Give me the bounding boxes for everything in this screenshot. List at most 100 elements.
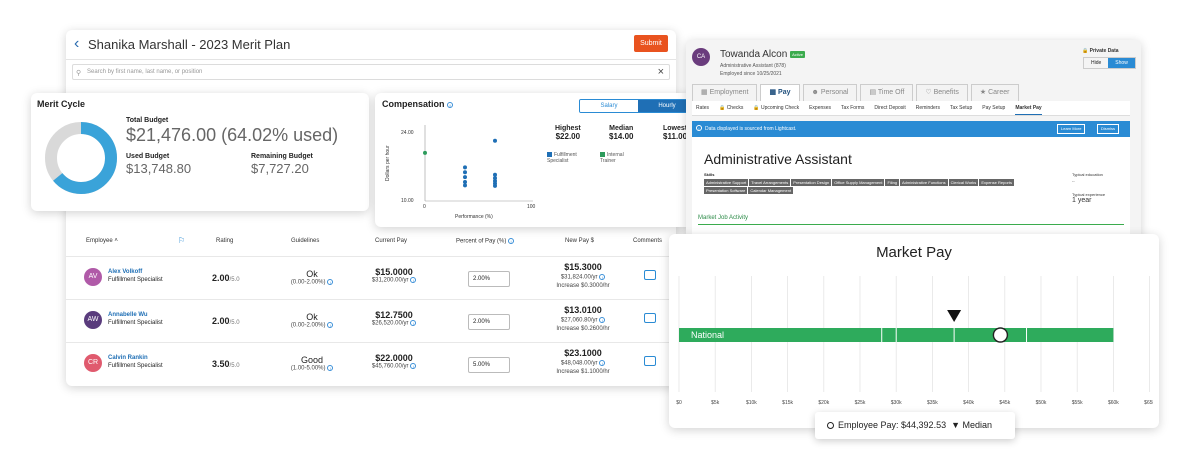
tab-pay[interactable]: ▦ Pay — [760, 84, 800, 101]
pay-type-toggle[interactable]: Salary Hourly — [579, 99, 697, 113]
learn-more-button[interactable]: Learn More — [1057, 124, 1086, 134]
info-icon[interactable]: i — [447, 101, 454, 108]
info-icon[interactable]: i — [327, 322, 334, 328]
axis-tick-label: $20k — [818, 400, 829, 406]
skill-chip: Presentation Design — [791, 179, 832, 186]
hide-button[interactable]: Hide — [1084, 58, 1108, 68]
subtab-expenses[interactable]: Expenses — [809, 101, 831, 115]
current-pay: $15.0000 $31,200.00/yr i — [364, 267, 424, 284]
scatter-point — [463, 165, 467, 170]
y-axis-label: Dollars per hour — [385, 145, 391, 181]
budget-donut-chart — [45, 122, 117, 194]
subtab-tax-setup[interactable]: Tax Setup — [950, 101, 972, 115]
info-icon[interactable]: i — [599, 274, 606, 280]
info-icon[interactable]: i — [327, 279, 334, 285]
header-percent-of-pay[interactable]: Percent of Pay (%) i — [456, 238, 515, 245]
header-rating[interactable]: Rating — [216, 238, 233, 244]
clear-search-icon[interactable]: × — [658, 65, 664, 79]
axis-tick-label: $45k — [999, 400, 1010, 406]
info-icon[interactable]: i — [599, 360, 606, 366]
y-tick-label: 24.00 — [401, 130, 414, 136]
axis-tick-label: $15k — [782, 400, 793, 406]
dismiss-button[interactable]: Dismiss — [1097, 124, 1119, 134]
info-icon[interactable]: i — [410, 363, 417, 369]
header-current-pay[interactable]: Current Pay — [375, 238, 407, 244]
info-icon[interactable]: i — [599, 317, 606, 323]
subtab-market-pay[interactable]: Market Pay — [1015, 101, 1042, 115]
x-axis-label: Performance (%) — [455, 214, 493, 220]
legend-swatch — [547, 152, 552, 157]
scatter-points — [423, 138, 497, 188]
show-button[interactable]: Show — [1108, 58, 1135, 68]
private-data-toggle[interactable]: Hide Show — [1083, 57, 1136, 69]
comment-icon[interactable] — [644, 356, 656, 366]
header-new-pay[interactable]: New Pay $ — [565, 238, 594, 244]
info-icon[interactable]: i — [508, 238, 515, 244]
search-input[interactable]: ⚲ Search by first name, last name, or po… — [72, 64, 670, 80]
table-row[interactable]: AV Alex Volkoff Fulfillment Specialist 2… — [66, 256, 676, 299]
used-budget-label: Used Budget — [126, 153, 170, 160]
axis-tick-label: $40k — [963, 400, 974, 406]
employee-job: Fulfillment Specialist — [108, 277, 163, 283]
avatar: CR — [84, 354, 102, 372]
tab-benefits[interactable]: ♡ Benefits — [916, 84, 968, 101]
median-label: Median — [962, 420, 993, 430]
employee-name-link[interactable]: Alex Volkoff — [108, 269, 142, 275]
lightcast-banner: i Data displayed is sourced from Lightca… — [692, 121, 1130, 137]
header-guidelines[interactable]: Guidelines — [291, 238, 319, 244]
subtab-reminders[interactable]: Reminders — [916, 101, 940, 115]
axis-tick-label: $30k — [891, 400, 902, 406]
market-pay-legend: Employee Pay: $44,392.53 ▼ Median — [815, 412, 1015, 439]
median-marker — [947, 310, 962, 322]
submit-button[interactable]: Submit — [634, 35, 668, 52]
banner-text: Data displayed is sourced from Lightcast… — [705, 126, 797, 132]
x-tick-label: 100 — [527, 204, 536, 210]
subtab-upcoming-check[interactable]: 🔒 Upcoming Check — [753, 101, 799, 115]
flag-icon[interactable]: ⚐ — [178, 236, 185, 245]
skill-chip: Administrative Functions — [900, 179, 948, 186]
rating: 2.00/5.0 — [212, 316, 240, 326]
rating: 2.00/5.0 — [212, 273, 240, 283]
percent-input[interactable]: 2.00% — [468, 314, 510, 330]
info-icon[interactable]: i — [410, 277, 417, 283]
pay-subtabs: Rates 🔒 Checks 🔒 Upcoming Check Expenses… — [692, 101, 1130, 116]
total-budget-value: $21,476.00 (64.02% used) — [126, 125, 339, 145]
x-tick-label: 0 — [423, 204, 426, 210]
search-placeholder: Search by first name, last name, or posi… — [87, 69, 203, 75]
percent-input[interactable]: 5.00% — [468, 357, 510, 373]
tab-personal[interactable]: ☻ Personal — [802, 84, 858, 101]
comment-icon[interactable] — [644, 270, 656, 280]
employee-pay-label: Employee Pay: $44,392.53 — [838, 420, 947, 430]
subtab-rates[interactable]: Rates — [696, 101, 709, 115]
info-icon[interactable]: i — [410, 320, 417, 326]
legend-internal-trainer: Internal Trainer — [600, 152, 624, 164]
subtab-direct-deposit[interactable]: Direct Deposit — [874, 101, 905, 115]
tab-employment[interactable]: ▦ Employment — [692, 84, 758, 101]
tab-time-off[interactable]: ▤ Time Off — [860, 84, 914, 101]
header-employee[interactable]: Employee ˄ — [86, 238, 118, 244]
skill-chip: Expense Reports — [979, 179, 1014, 186]
subtab-pay-setup[interactable]: Pay Setup — [982, 101, 1005, 115]
remaining-budget-label: Remaining Budget — [251, 153, 313, 160]
employee-pay-marker — [992, 327, 1009, 343]
subtab-tax-forms[interactable]: Tax Forms — [841, 101, 864, 115]
table-row[interactable]: AW Annabelle Wu Fulfillment Specialist 2… — [66, 299, 676, 342]
skill-chip: Calendar Management — [748, 187, 794, 194]
comment-icon[interactable] — [644, 313, 656, 323]
table-row[interactable]: CR Calvin Rankin Fulfillment Specialist … — [66, 342, 676, 385]
header-comments: Comments — [633, 238, 663, 244]
percent-input[interactable]: 2.00% — [468, 271, 510, 287]
new-pay: $13.0100 $27,060.80/yr i Increase $0.2600/… — [556, 305, 610, 332]
info-icon[interactable]: i — [327, 365, 334, 371]
skill-chip: Presentation Software — [704, 187, 748, 194]
employee-name-link[interactable]: Annabelle Wu — [108, 312, 148, 318]
tab-career[interactable]: ★ Career — [970, 84, 1019, 101]
employee-name-link[interactable]: Calvin Rankin — [108, 355, 148, 361]
subtab-checks[interactable]: 🔒 Checks — [719, 101, 743, 115]
market-pay-title: Market Pay — [876, 244, 952, 261]
toggle-salary[interactable]: Salary — [580, 100, 638, 112]
back-arrow-icon[interactable]: ‹ — [74, 35, 79, 53]
axis-tick-label: $25k — [855, 400, 866, 406]
guideline: Ok (0.00-2.00%) i — [272, 269, 352, 286]
remaining-budget-value: $7,727.20 — [251, 161, 309, 176]
